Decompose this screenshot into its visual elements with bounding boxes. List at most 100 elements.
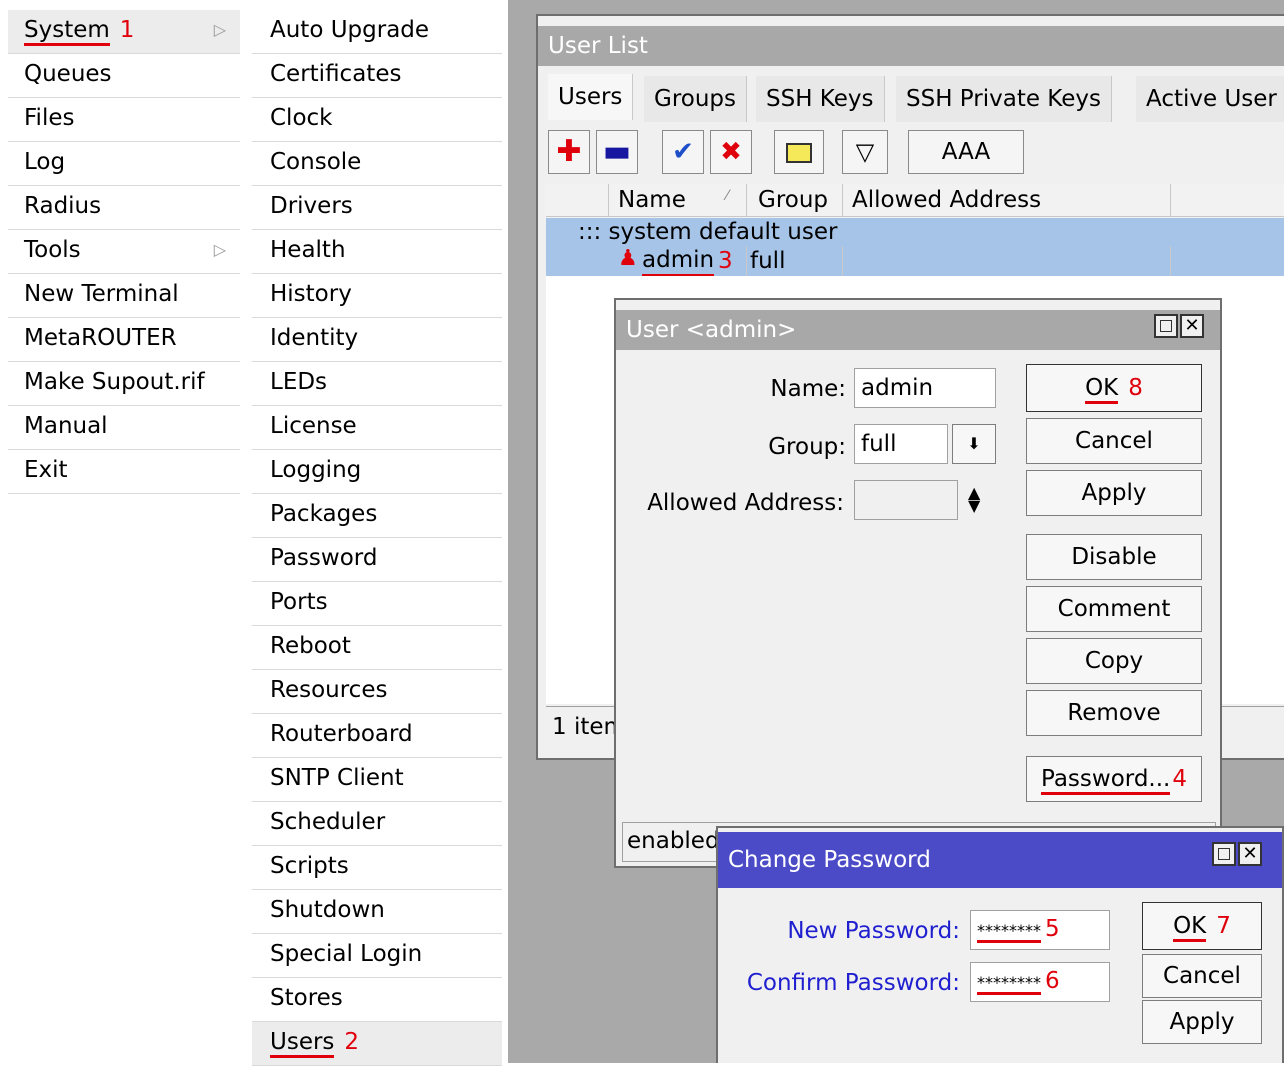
submenu-item-shutdown[interactable]: Shutdown xyxy=(252,890,502,934)
annotation-number: 5 xyxy=(1045,916,1060,942)
submenu-item-special-login[interactable]: Special Login xyxy=(252,934,502,978)
submenu-item-clock[interactable]: Clock xyxy=(252,98,502,142)
maximize-icon[interactable] xyxy=(1212,842,1236,866)
submenu-item-drivers[interactable]: Drivers xyxy=(252,186,502,230)
menu-item-make-supout[interactable]: Make Supout.rif xyxy=(8,362,240,406)
apply-button[interactable]: Apply xyxy=(1142,1000,1262,1044)
ok-button[interactable]: OK 7 xyxy=(1142,902,1262,950)
submenu-item-stores[interactable]: Stores xyxy=(252,978,502,1022)
submenu-item-scripts[interactable]: Scripts xyxy=(252,846,502,890)
menu-item-label: MetaROUTER xyxy=(24,325,177,351)
table-row[interactable]: ♟ admin 3 full xyxy=(546,246,1284,277)
annotation-number: 3 xyxy=(718,248,733,274)
submenu-item-logging[interactable]: Logging xyxy=(252,450,502,494)
row-divider xyxy=(746,246,747,276)
column-header-name[interactable]: Name xyxy=(618,184,686,216)
apply-button[interactable]: Apply xyxy=(1026,470,1202,516)
add-button[interactable]: ✚ xyxy=(548,130,590,174)
ok-button[interactable]: OK 8 xyxy=(1026,364,1202,412)
close-icon[interactable]: ✕ xyxy=(1238,842,1262,866)
name-label: Name: xyxy=(770,376,846,402)
tab-active-users[interactable]: Active User xyxy=(1136,76,1284,122)
dropdown-icon[interactable]: ⬇ xyxy=(952,424,996,464)
allowed-address-field[interactable] xyxy=(854,480,958,520)
menu-item-exit[interactable]: Exit xyxy=(8,450,240,494)
section-label: ::: system default user xyxy=(578,219,838,245)
submenu-item-label: Routerboard xyxy=(270,721,413,747)
allowed-address-label: Allowed Address: xyxy=(647,490,844,516)
menu-item-manual[interactable]: Manual xyxy=(8,406,240,450)
remove-button[interactable]: Remove xyxy=(1026,690,1202,736)
new-password-field[interactable]: ******** 5 xyxy=(970,910,1110,950)
submenu-item-label: Users xyxy=(270,1029,335,1058)
column-header-allowed-address[interactable]: Allowed Address xyxy=(852,184,1041,216)
submenu-item-routerboard[interactable]: Routerboard xyxy=(252,714,502,758)
submenu-item-scheduler[interactable]: Scheduler xyxy=(252,802,502,846)
submenu-item-history[interactable]: History xyxy=(252,274,502,318)
submenu-item-resources[interactable]: Resources xyxy=(252,670,502,714)
menu-item-files[interactable]: Files xyxy=(8,98,240,142)
disable-button[interactable]: Disable xyxy=(1026,534,1202,580)
field-value: ******** xyxy=(977,973,1041,995)
enable-button[interactable]: ✔ xyxy=(662,130,704,174)
submenu-item-certificates[interactable]: Certificates xyxy=(252,54,502,98)
maximize-icon[interactable] xyxy=(1154,314,1178,338)
submenu-item-ports[interactable]: Ports xyxy=(252,582,502,626)
submenu-item-reboot[interactable]: Reboot xyxy=(252,626,502,670)
menu-item-system[interactable]: System 1 ▷ xyxy=(8,10,240,54)
submenu-item-label: Resources xyxy=(270,677,388,703)
submenu-item-label: Drivers xyxy=(270,193,353,219)
group-select[interactable]: full xyxy=(854,424,948,464)
tab-ssh-keys[interactable]: SSH Keys xyxy=(756,76,885,122)
annotation-number: 7 xyxy=(1216,913,1231,939)
menu-item-radius[interactable]: Radius xyxy=(8,186,240,230)
name-field[interactable]: admin xyxy=(854,368,996,408)
tab-users[interactable]: Users xyxy=(548,74,634,120)
submenu-item-users[interactable]: Users 2 xyxy=(252,1022,502,1066)
remove-button[interactable]: ▬ xyxy=(596,130,638,174)
submenu-item-sntp-client[interactable]: SNTP Client xyxy=(252,758,502,802)
submenu-item-label: Ports xyxy=(270,589,328,615)
menu-item-metarouter[interactable]: MetaROUTER xyxy=(8,318,240,362)
submenu-item-label: SNTP Client xyxy=(270,765,404,791)
submenu-item-console[interactable]: Console xyxy=(252,142,502,186)
submenu-item-packages[interactable]: Packages xyxy=(252,494,502,538)
menu-item-new-terminal[interactable]: New Terminal xyxy=(8,274,240,318)
close-icon[interactable]: ✕ xyxy=(1180,314,1204,338)
password-button[interactable]: Password...4 xyxy=(1026,756,1202,802)
filter-icon[interactable]: ▽ xyxy=(842,130,888,174)
aaa-button[interactable]: AAA xyxy=(908,130,1024,174)
section-row: ::: system default user xyxy=(546,218,1284,246)
user-icon: ♟ xyxy=(618,246,638,271)
comment-button[interactable]: Comment xyxy=(1026,586,1202,632)
password-label: Password... xyxy=(1040,766,1171,795)
submenu-item-identity[interactable]: Identity xyxy=(252,318,502,362)
ok-label: OK xyxy=(1173,913,1207,942)
submenu-item-label: Special Login xyxy=(270,941,423,967)
cancel-button[interactable]: Cancel xyxy=(1026,418,1202,464)
submenu-item-password[interactable]: Password xyxy=(252,538,502,582)
comment-icon[interactable] xyxy=(774,130,824,174)
main-menu: System 1 ▷ Queues Files Log Radius Tools … xyxy=(8,0,240,1063)
disable-button[interactable]: ✖ xyxy=(710,130,752,174)
updown-arrow-icon[interactable]: ▲ ▼ xyxy=(968,485,980,514)
submenu-arrow-icon: ▷ xyxy=(213,20,226,39)
column-header-group[interactable]: Group xyxy=(758,184,828,216)
submenu-item-leds[interactable]: LEDs xyxy=(252,362,502,406)
menu-item-log[interactable]: Log xyxy=(8,142,240,186)
submenu-item-health[interactable]: Health xyxy=(252,230,502,274)
copy-button[interactable]: Copy xyxy=(1026,638,1202,684)
confirm-password-field[interactable]: ******** 6 xyxy=(970,962,1110,1002)
cancel-button[interactable]: Cancel xyxy=(1142,954,1262,998)
menu-item-queues[interactable]: Queues xyxy=(8,54,240,98)
submenu-item-label: Shutdown xyxy=(270,897,385,923)
annotation-number: 1 xyxy=(119,17,135,43)
submenu-item-label: Reboot xyxy=(270,633,351,659)
tab-ssh-private-keys[interactable]: SSH Private Keys xyxy=(896,76,1112,122)
annotation-number: 4 xyxy=(1172,766,1187,792)
menu-item-tools[interactable]: Tools ▷ xyxy=(8,230,240,274)
menu-item-label: Radius xyxy=(24,193,102,219)
tab-groups[interactable]: Groups xyxy=(644,76,748,122)
submenu-item-license[interactable]: License xyxy=(252,406,502,450)
submenu-item-auto-upgrade[interactable]: Auto Upgrade xyxy=(252,10,502,54)
